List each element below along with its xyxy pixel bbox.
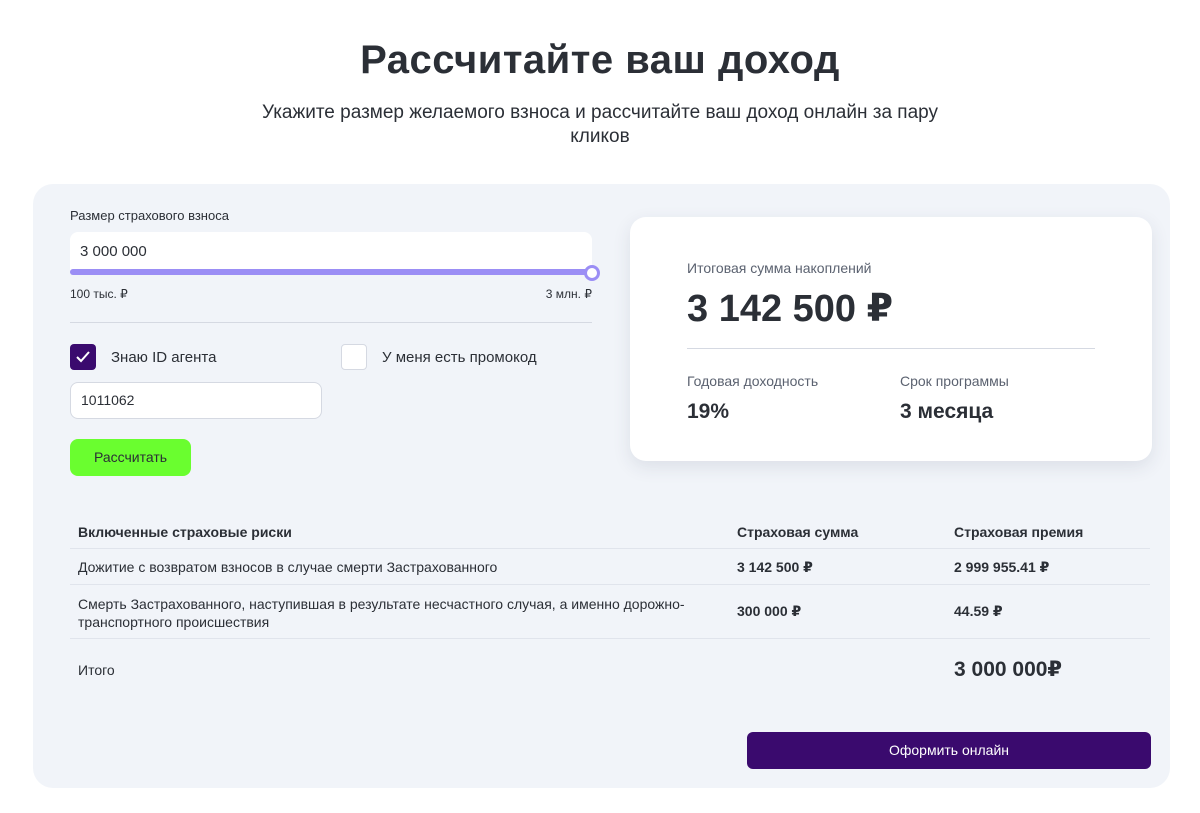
total-value: 3 000 000₽ <box>954 658 1063 681</box>
risk-sum: 300 000 ₽ <box>737 603 802 619</box>
agent-id-checkbox-label[interactable]: Знаю ID агента <box>111 349 216 366</box>
contribution-slider-thumb[interactable] <box>584 265 600 281</box>
contribution-label: Размер страхового взноса <box>70 208 229 223</box>
total-savings-value: 3 142 500 ₽ <box>687 288 894 330</box>
result-card: Итоговая сумма накоплений 3 142 500 ₽ Го… <box>630 217 1152 461</box>
apply-online-button[interactable]: Оформить онлайн <box>747 732 1151 769</box>
slider-min-label: 100 тыс. ₽ <box>70 287 128 301</box>
divider <box>70 322 592 323</box>
calculate-button[interactable]: Рассчитать <box>70 439 191 476</box>
annual-yield-label: Годовая доходность <box>687 373 819 389</box>
contribution-slider-fill <box>70 269 592 275</box>
risk-premium: 2 999 955.41 ₽ <box>954 559 1050 575</box>
contribution-input[interactable]: 3 000 000 <box>70 232 592 272</box>
promo-code-checkbox[interactable] <box>341 344 367 370</box>
annual-yield-value: 19% <box>687 400 730 423</box>
risk-name: Дожитие с возвратом взносов в случае сме… <box>78 559 498 575</box>
table-header-sum: Страховая сумма <box>737 524 859 540</box>
table-header-risks: Включенные страховые риски <box>78 524 292 540</box>
table-row: Смерть Застрахованного, наступившая в ре… <box>70 585 1150 639</box>
result-divider <box>687 348 1095 349</box>
table-header-premium: Страховая премия <box>954 524 1084 540</box>
program-term-label: Срок программы <box>900 373 1009 389</box>
total-label: Итого <box>78 662 115 678</box>
program-term-value: 3 месяца <box>900 400 994 423</box>
promo-code-checkbox-label[interactable]: У меня есть промокод <box>382 349 537 366</box>
risk-sum: 3 142 500 ₽ <box>737 559 813 575</box>
agent-id-checkbox[interactable] <box>70 344 96 370</box>
risk-name: Смерть Застрахованного, наступившая в ре… <box>78 596 685 630</box>
slider-max-label: 3 млн. ₽ <box>545 287 592 301</box>
total-savings-label: Итоговая сумма накоплений <box>687 260 872 276</box>
risk-premium: 44.59 ₽ <box>954 603 1003 619</box>
check-icon <box>76 351 90 363</box>
page-title: Рассчитайте ваш доход <box>360 38 840 82</box>
table-header-row: Включенные страховые риски Страховая сум… <box>70 513 1150 549</box>
contribution-slider-track[interactable] <box>70 269 592 275</box>
agent-id-input[interactable]: 1011062 <box>70 382 322 419</box>
page-subtitle: Укажите размер желаемого взноса и рассчи… <box>261 102 939 147</box>
table-row: Дожитие с возвратом взносов в случае сме… <box>70 549 1150 585</box>
